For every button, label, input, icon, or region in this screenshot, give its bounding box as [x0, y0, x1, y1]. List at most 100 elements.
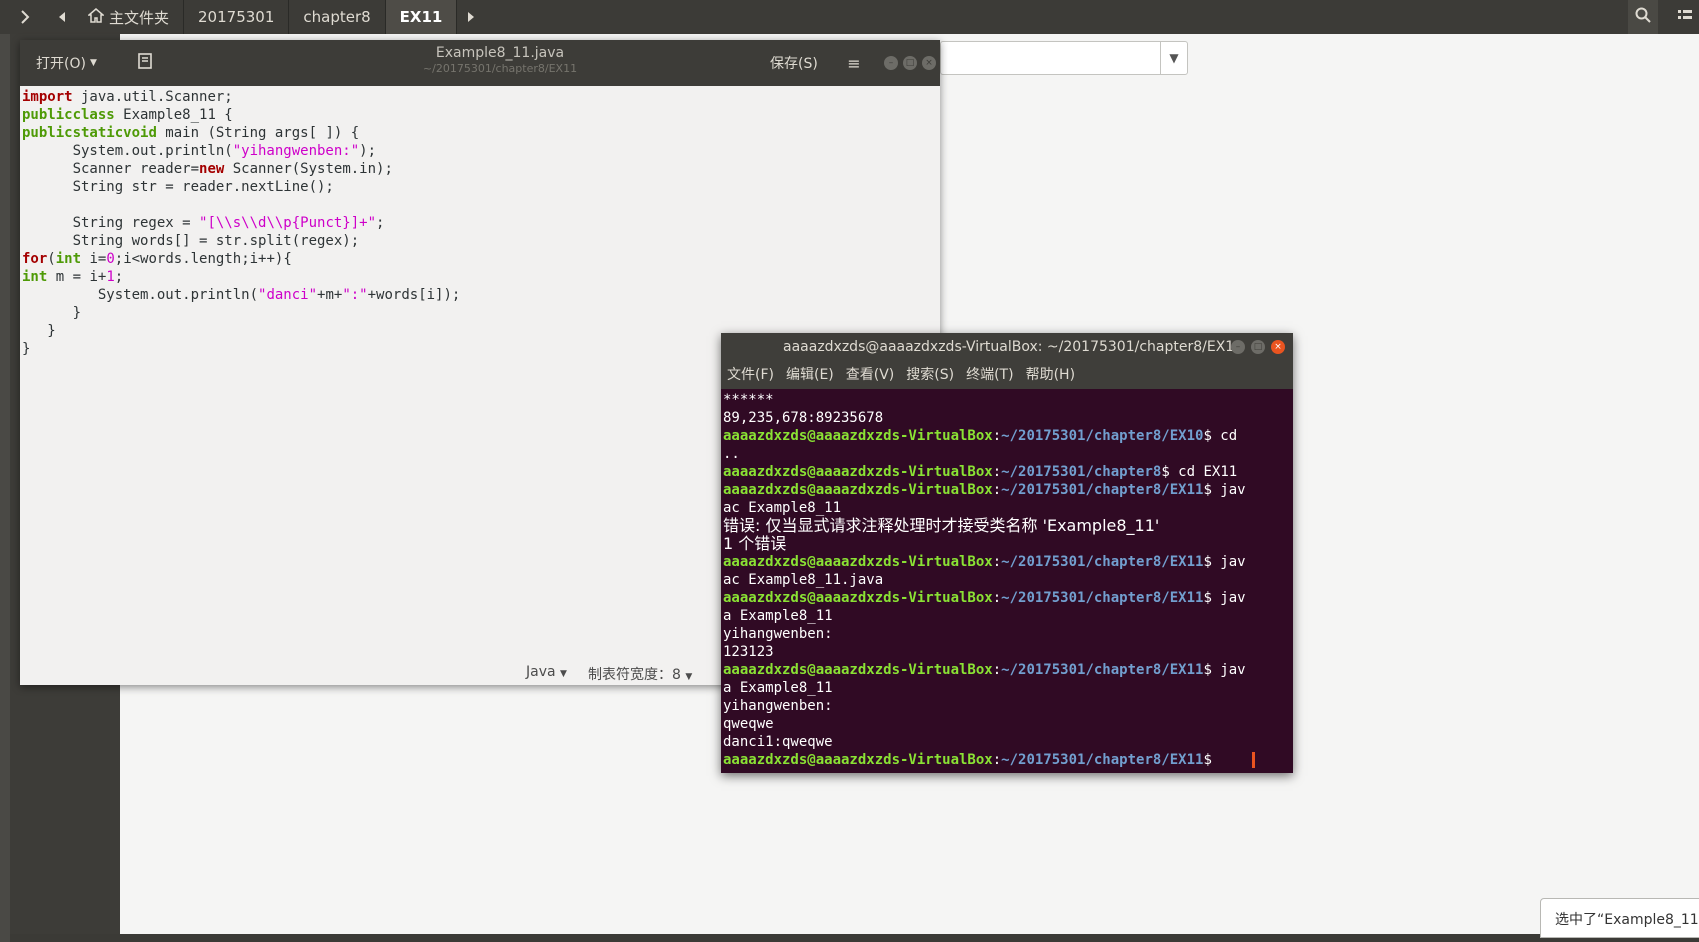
minimize-icon[interactable]: –	[884, 56, 898, 70]
language-selector[interactable]: Java ▼	[526, 664, 567, 680]
prompt-user: aaaazdxzds@aaaazdxzds-VirtualBox	[723, 428, 993, 444]
terminal-cursor	[1251, 752, 1255, 768]
terminal-window: aaaazdxzds@aaaazdxzds-VirtualBox: ~/2017…	[721, 333, 1293, 773]
prompt-separator: :	[992, 752, 1002, 768]
open-button[interactable]: 打开(O) ▼	[28, 49, 105, 77]
tab-width-selector[interactable]: 制表符宽度：8 ▼	[588, 664, 692, 684]
terminal-prompt-line: aaaazdxzds@aaaazdxzds-VirtualBox:~/20175…	[723, 463, 1291, 481]
chevron-down-icon: ▼	[560, 669, 567, 679]
chevron-down-icon: ▼	[89, 58, 97, 68]
terminal-prompt-line: aaaazdxzds@aaaazdxzds-VirtualBox:~/20175…	[723, 751, 1291, 769]
document-new-icon	[137, 52, 153, 74]
code-line: String words[] = str.split(regex);	[22, 233, 360, 249]
minimize-icon[interactable]: –	[1231, 340, 1245, 354]
prompt-separator: :	[992, 662, 1002, 678]
path-forward-arrow-icon[interactable]	[457, 0, 485, 34]
menu-search[interactable]: 搜索(S)	[906, 362, 954, 389]
terminal-output-line: ac Example8_11	[723, 500, 842, 516]
terminal-prompt-line: aaaazdxzds@aaaazdxzds-VirtualBox:~/20175…	[723, 589, 1291, 607]
menu-edit[interactable]: 编辑(E)	[786, 362, 834, 389]
breadcrumb-20175301[interactable]: 20175301	[184, 0, 290, 34]
window-subtitle: ~/20175301/chapter8/EX11	[422, 62, 578, 75]
close-icon[interactable]: ×	[922, 56, 936, 70]
desktop-edge	[0, 34, 10, 942]
terminal-output-line: 1 个错误	[723, 534, 787, 553]
hamburger-menu-button[interactable]: ≡	[840, 49, 868, 77]
chevron-down-icon[interactable]: ▼	[1160, 42, 1187, 74]
terminal-output-line: yihangwenben:	[723, 626, 833, 642]
prompt-command: $ jav	[1203, 554, 1246, 570]
code-line: public static void main (String args[ ])…	[22, 125, 360, 141]
location-combo[interactable]: ▼	[940, 41, 1188, 75]
view-options-button[interactable]	[1670, 0, 1699, 34]
terminal-output-line: 123123	[723, 644, 774, 660]
save-button[interactable]: 保存(S)	[762, 49, 826, 77]
prompt-command: $ jav	[1203, 482, 1246, 498]
terminal-prompt-line: aaaazdxzds@aaaazdxzds-VirtualBox:~/20175…	[723, 553, 1291, 571]
prompt-path: ~/20175301/chapter8/EX11	[1001, 482, 1204, 498]
prompt-command: $ jav	[1203, 662, 1246, 678]
code-line: int m = i+ 1;	[22, 269, 124, 285]
terminal-output-line: 89,235,678:89235678	[723, 410, 884, 426]
search-icon	[1635, 7, 1651, 27]
gedit-headerbar: 打开(O) ▼ Example8_11.java ~/20175301/chap…	[20, 40, 940, 86]
chevron-down-icon: ▼	[685, 672, 693, 682]
prompt-path: ~/20175301/chapter8/EX11	[1001, 554, 1204, 570]
chevron-right-icon[interactable]	[14, 0, 36, 34]
terminal-output-line: danci1:qweqwe	[723, 734, 833, 750]
maximize-icon[interactable]: □	[903, 56, 917, 70]
terminal-prompt-line: aaaazdxzds@aaaazdxzds-VirtualBox:~/20175…	[723, 481, 1291, 499]
code-line: for(int i= 0 ;i<words.length;i++){	[22, 251, 292, 267]
breadcrumb-home[interactable]: 主文件夹	[74, 0, 185, 34]
prompt-command: $ cd	[1203, 428, 1238, 444]
code-line: System.out.println("yihangwenben:");	[22, 143, 377, 159]
prompt-user: aaaazdxzds@aaaazdxzds-VirtualBox	[723, 752, 993, 768]
menu-help[interactable]: 帮助(H)	[1026, 362, 1075, 389]
prompt-command: $ cd EX11	[1161, 464, 1238, 480]
terminal-prompt-line: aaaazdxzds@aaaazdxzds-VirtualBox:~/20175…	[723, 661, 1291, 679]
prompt-path: ~/20175301/chapter8/EX11	[1001, 590, 1204, 606]
prompt-user: aaaazdxzds@aaaazdxzds-VirtualBox	[723, 662, 993, 678]
list-view-icon	[1677, 8, 1692, 26]
prompt-path: ~/20175301/chapter8/EX10	[1001, 428, 1204, 444]
menu-terminal[interactable]: 终端(T)	[966, 362, 1013, 389]
prompt-path: ~/20175301/chapter8/EX11	[1001, 752, 1204, 768]
prompt-separator: :	[992, 590, 1002, 606]
file-manager-pathbar: 主文件夹 20175301 chapter8 EX11	[0, 0, 1699, 34]
menu-view[interactable]: 查看(V)	[846, 362, 895, 389]
code-line: }	[22, 305, 82, 321]
code-line: System.out.println("danci" +m+ ":" +words[i…	[22, 287, 461, 303]
prompt-separator: :	[992, 482, 1002, 498]
tab-width-label: 制表符宽度：8	[588, 667, 681, 683]
prompt-path: ~/20175301/chapter8	[1001, 464, 1162, 480]
terminal-output-line: yihangwenben:	[723, 698, 833, 714]
terminal-prompt-line: aaaazdxzds@aaaazdxzds-VirtualBox:~/20175…	[723, 427, 1291, 445]
prompt-path: ~/20175301/chapter8/EX11	[1001, 662, 1204, 678]
code-line: String str = reader.nextLine();	[22, 179, 334, 195]
terminal-title: aaaazdxzds@aaaazdxzds-VirtualBox: ~/2017…	[783, 339, 1244, 355]
terminal-output-line: qweqwe	[723, 716, 774, 732]
terminal-output-line: 错误: 仅当显式请求注释处理时才接受类名称 'Example8_11'	[723, 516, 1160, 535]
terminal-output-line: a Example8_11	[723, 680, 833, 696]
breadcrumb-chapter8[interactable]: chapter8	[289, 0, 386, 34]
maximize-icon[interactable]: □	[1251, 340, 1265, 354]
home-icon	[86, 7, 106, 27]
search-button[interactable]	[1628, 0, 1658, 34]
menu-file[interactable]: 文件(F)	[727, 362, 774, 389]
prompt-command: $	[1203, 752, 1212, 768]
prompt-user: aaaazdxzds@aaaazdxzds-VirtualBox	[723, 482, 993, 498]
breadcrumb-ex11[interactable]: EX11	[385, 0, 458, 34]
code-line: public class Example8_11 {	[22, 107, 233, 123]
code-line: Scanner reader= new Scanner(System.in);	[22, 161, 393, 177]
terminal-output-line: ..	[723, 446, 740, 462]
new-document-button[interactable]	[128, 49, 162, 77]
terminal-output[interactable]: ****** 89,235,678:89235678 aaaazdxzds@aaaa…	[723, 391, 1291, 773]
prompt-command: $ jav	[1203, 590, 1246, 606]
terminal-titlebar: aaaazdxzds@aaaazdxzds-VirtualBox: ~/2017…	[721, 333, 1293, 362]
path-back-arrow-icon[interactable]	[52, 0, 72, 34]
terminal-output-line: ******	[723, 392, 774, 408]
menu-icon: ≡	[847, 53, 861, 73]
close-icon[interactable]: ×	[1271, 340, 1285, 354]
language-label: Java	[526, 664, 556, 680]
